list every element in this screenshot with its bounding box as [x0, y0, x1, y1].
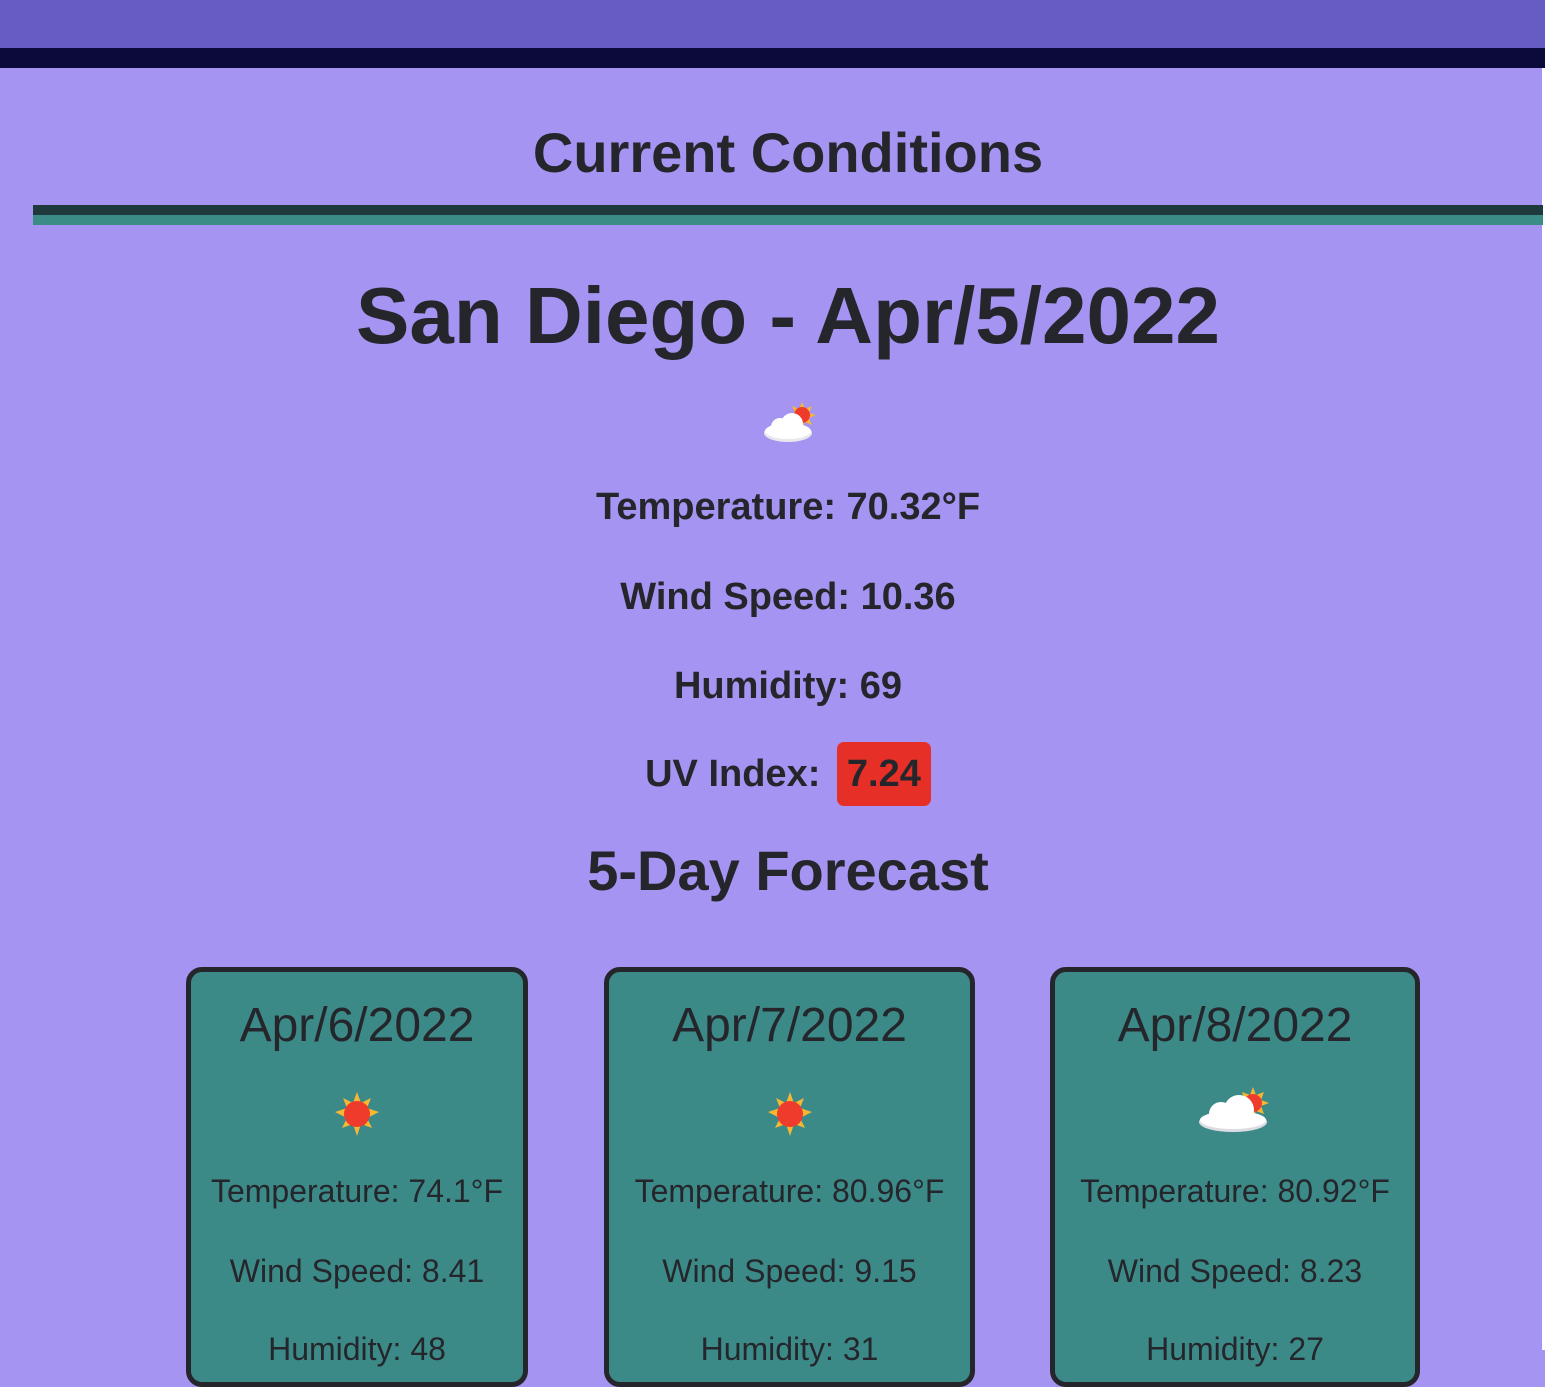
- forecast-temperature: Temperature: 74.1°F: [210, 1173, 504, 1209]
- partly-cloudy-icon: [764, 402, 816, 442]
- forecast-card: Apr/8/2022 Temperature: 80.92°F Wind Spe…: [1050, 967, 1420, 1387]
- forecast-date: Apr/8/2022: [1117, 999, 1353, 1052]
- forecast-temperature: Temperature: 80.92°F: [1080, 1173, 1390, 1209]
- forecast-date: Apr/6/2022: [239, 999, 475, 1052]
- forecast-title: 5-Day Forecast: [587, 839, 989, 902]
- uv-index-row: UV Index: 7.24: [33, 742, 1543, 806]
- header-border: [0, 48, 1545, 68]
- forecast-humidity: Humidity: 48: [268, 1331, 446, 1367]
- forecast-wind-speed: Wind Speed: 8.23: [1107, 1253, 1363, 1289]
- forecast-humidity: Humidity: 27: [1146, 1331, 1324, 1367]
- forecast-wind-speed: Wind Speed: 9.15: [662, 1253, 917, 1289]
- sun-icon: [335, 1092, 379, 1136]
- forecast-humidity: Humidity: 31: [700, 1331, 879, 1367]
- forecast-card: Apr/7/2022 Temperature: 80.96°F Wind Spe…: [604, 967, 975, 1387]
- current-wind-speed: Wind Speed: 10.36: [620, 576, 956, 618]
- current-conditions-title: Current Conditions: [532, 121, 1044, 184]
- section-divider: [33, 205, 1543, 225]
- city-date-heading: San Diego - Apr/5/2022: [356, 271, 1220, 360]
- forecast-date: Apr/7/2022: [672, 999, 907, 1052]
- forecast-card: Apr/6/2022 Temperature: 74.1°F Wind Spee…: [186, 967, 528, 1387]
- forecast-wind-speed: Wind Speed: 8.41: [229, 1253, 485, 1289]
- current-humidity: Humidity: 69: [673, 665, 903, 707]
- partly-cloudy-icon: [1199, 1087, 1269, 1132]
- sun-icon: [767, 1092, 812, 1136]
- forecast-temperature: Temperature: 80.96°F: [634, 1173, 945, 1209]
- top-header-bar: [0, 0, 1545, 48]
- uv-index-label: UV Index:: [645, 753, 821, 795]
- current-temperature: Temperature: 70.32°F: [595, 486, 981, 528]
- uv-index-badge: 7.24: [836, 742, 931, 806]
